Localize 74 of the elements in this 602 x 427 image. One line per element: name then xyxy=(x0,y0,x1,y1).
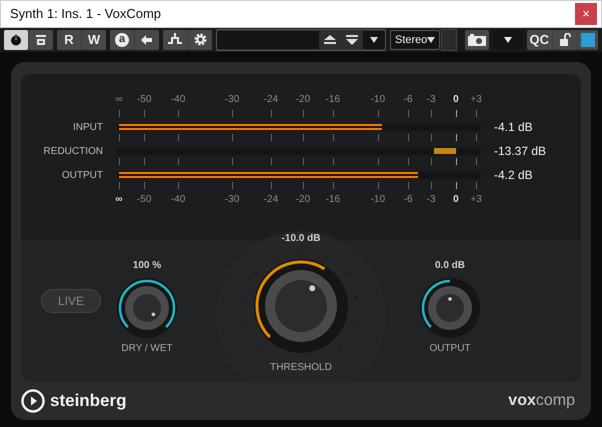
preset-dropdown[interactable] xyxy=(363,30,385,49)
knob[interactable] xyxy=(116,277,178,339)
scale-label: -3 xyxy=(426,94,436,105)
product-name: voxcomp xyxy=(508,392,575,410)
scale-label: -50 xyxy=(136,194,152,205)
scale-label: +3 xyxy=(470,94,482,105)
meter-label: INPUT xyxy=(72,122,103,132)
unlock-icon xyxy=(558,33,572,46)
toolbar-button[interactable]: W xyxy=(82,30,106,50)
knob-label: THRESHOLD xyxy=(270,362,332,373)
settings-icon xyxy=(194,33,206,46)
knob-value: -10.0 dB xyxy=(282,233,320,244)
scale-label: -10 xyxy=(370,94,386,105)
brand-name: steinberg xyxy=(50,391,127,411)
scale-label: -40 xyxy=(170,94,186,105)
meter-reading: -4.2 dB xyxy=(494,168,533,182)
scale-label: ∞ xyxy=(115,94,123,105)
camera-icon xyxy=(468,34,486,46)
caret-icon xyxy=(370,36,378,43)
power-button[interactable] xyxy=(4,30,28,50)
scale-label: -6 xyxy=(404,94,413,105)
triangle-down-icon xyxy=(346,34,358,45)
live-button[interactable]: LIVE xyxy=(41,289,101,313)
toolbar-button[interactable]: R xyxy=(57,30,81,50)
scale-label: -24 xyxy=(264,194,278,205)
scale-label: -16 xyxy=(326,94,340,105)
scale-label: -24 xyxy=(264,94,278,105)
gear-button[interactable] xyxy=(188,30,212,50)
caret-icon xyxy=(427,36,436,43)
color-swatch-icon xyxy=(581,32,595,47)
meter-label: REDUCTION xyxy=(42,146,103,156)
window-title: Synth 1: Ins. 1 - VoxComp xyxy=(10,6,162,22)
scale-label: 0 xyxy=(453,94,459,105)
routing-icon xyxy=(168,32,182,47)
scale-label: -30 xyxy=(224,194,240,205)
color-button[interactable] xyxy=(578,30,598,50)
reduction-bar xyxy=(434,148,456,154)
triangle-up-icon xyxy=(324,34,336,45)
lock-button[interactable] xyxy=(553,30,577,50)
toolbar-button[interactable]: a xyxy=(110,30,134,50)
knob-label: OUTPUT xyxy=(429,343,471,354)
bypass-button[interactable] xyxy=(29,30,53,50)
scale-label: -30 xyxy=(224,94,240,105)
knob-value: 100 % xyxy=(132,260,162,271)
logo-icon xyxy=(21,389,45,413)
preset-field[interactable] xyxy=(216,28,386,51)
knob-label: DRY / WET xyxy=(121,343,173,354)
scale-label: -40 xyxy=(170,194,186,205)
meter-label: OUTPUT xyxy=(60,170,103,180)
knob-value: 0.0 dB xyxy=(434,260,465,271)
arrow-left-icon xyxy=(141,34,153,45)
bypass-icon xyxy=(35,34,47,46)
meter-reading: -13.37 dB xyxy=(494,144,546,158)
close-button[interactable]: × xyxy=(575,2,597,25)
knob[interactable] xyxy=(419,277,481,339)
scale-label: -16 xyxy=(326,194,340,205)
arrow-button[interactable] xyxy=(135,30,159,50)
scale-label: -3 xyxy=(426,194,436,205)
scale-label: 0 xyxy=(453,194,459,205)
camera-button[interactable] xyxy=(464,30,488,50)
dropdown-button[interactable] xyxy=(492,30,522,50)
scale-label: -50 xyxy=(136,94,152,105)
toolbar-button[interactable]: QC xyxy=(526,30,552,50)
meter-reading: -4.1 dB xyxy=(494,120,533,134)
scale-label: -20 xyxy=(296,94,310,105)
io-button[interactable] xyxy=(163,30,187,50)
scale-label: -6 xyxy=(404,194,413,205)
scale-label: -20 xyxy=(296,194,310,205)
scale-label: +3 xyxy=(470,194,482,205)
power-icon xyxy=(10,34,22,46)
caret-icon xyxy=(504,36,512,43)
scale-label: -10 xyxy=(370,194,386,205)
scale-label: ∞ xyxy=(115,194,123,205)
channel-dropdown[interactable]: Stereo xyxy=(390,30,440,50)
